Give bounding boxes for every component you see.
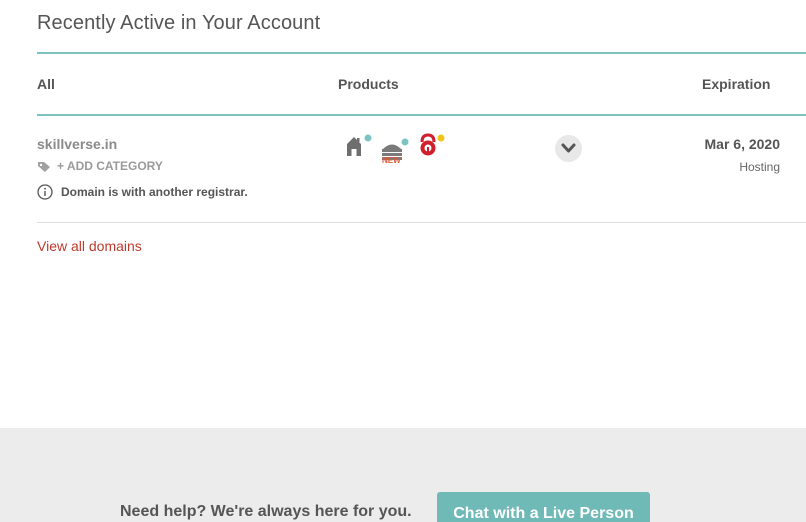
- header-divider: [37, 114, 806, 116]
- help-text: Need help? We're always here for you.: [120, 503, 412, 520]
- view-all-domains-link[interactable]: View all domains: [37, 238, 142, 254]
- column-header-products: Products: [338, 76, 399, 92]
- row-divider: [37, 222, 806, 223]
- domain-name[interactable]: skillverse.in: [37, 136, 117, 152]
- help-footer: Need help? We're always here for you. Ch…: [0, 428, 806, 522]
- expiration-date: Mar 6, 2020: [704, 136, 781, 152]
- ssl-lock-icon[interactable]: [418, 132, 448, 158]
- title-divider: [37, 52, 806, 54]
- home-icon[interactable]: [346, 134, 372, 158]
- expiration-type: Hosting: [739, 160, 780, 174]
- recently-active-panel: Recently Active in Your Account All Prod…: [0, 0, 806, 522]
- chevron-down-icon: [561, 143, 576, 153]
- add-category-label: + ADD CATEGORY: [57, 159, 163, 173]
- registrar-note: Domain is with another registrar.: [37, 184, 248, 200]
- add-category-button[interactable]: + ADD CATEGORY: [37, 159, 163, 173]
- expand-row-button[interactable]: [555, 135, 582, 162]
- tag-icon: [38, 162, 50, 172]
- info-icon: [37, 184, 53, 200]
- new-badge: NEW: [382, 156, 401, 165]
- registrar-note-text: Domain is with another registrar.: [61, 185, 248, 199]
- section-title: Recently Active in Your Account: [37, 12, 321, 34]
- column-header-all[interactable]: All: [37, 76, 55, 92]
- column-header-expiration[interactable]: Expiration: [702, 76, 770, 92]
- chat-live-person-button[interactable]: Chat with a Live Person: [437, 492, 650, 522]
